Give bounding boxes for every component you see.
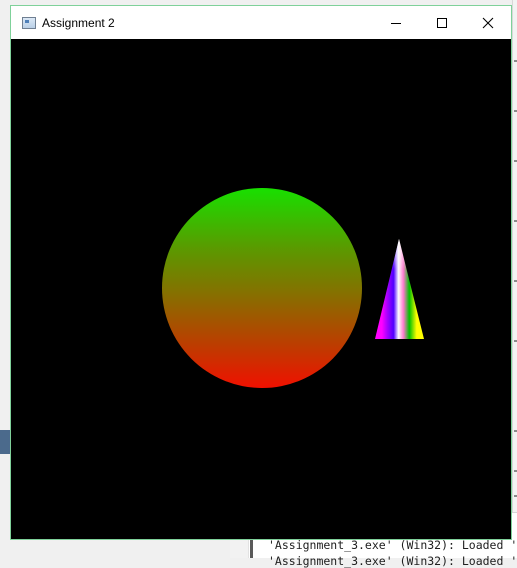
app-window: Assignment 2 — [10, 5, 512, 540]
app-icon[interactable] — [22, 16, 36, 29]
window-title: Assignment 2 — [42, 15, 115, 30]
minimize-icon — [391, 22, 401, 24]
background-ide-scrollbar — [512, 0, 517, 557]
close-button[interactable] — [465, 6, 511, 39]
rainbow-cone — [375, 239, 424, 339]
maximize-button[interactable] — [419, 6, 465, 39]
title-bar[interactable]: Assignment 2 — [11, 6, 511, 39]
opengl-viewport[interactable] — [11, 39, 511, 539]
gradient-circle — [162, 188, 362, 388]
output-line: 'Assignment_3.exe' (Win32): Loaded ' — [268, 554, 517, 568]
maximize-icon — [437, 17, 447, 28]
minimize-button[interactable] — [373, 6, 419, 39]
window-controls — [373, 6, 511, 39]
output-line: 'Assignment_3.exe' (Win32): Loaded ' — [268, 538, 517, 552]
close-icon — [482, 17, 494, 28]
